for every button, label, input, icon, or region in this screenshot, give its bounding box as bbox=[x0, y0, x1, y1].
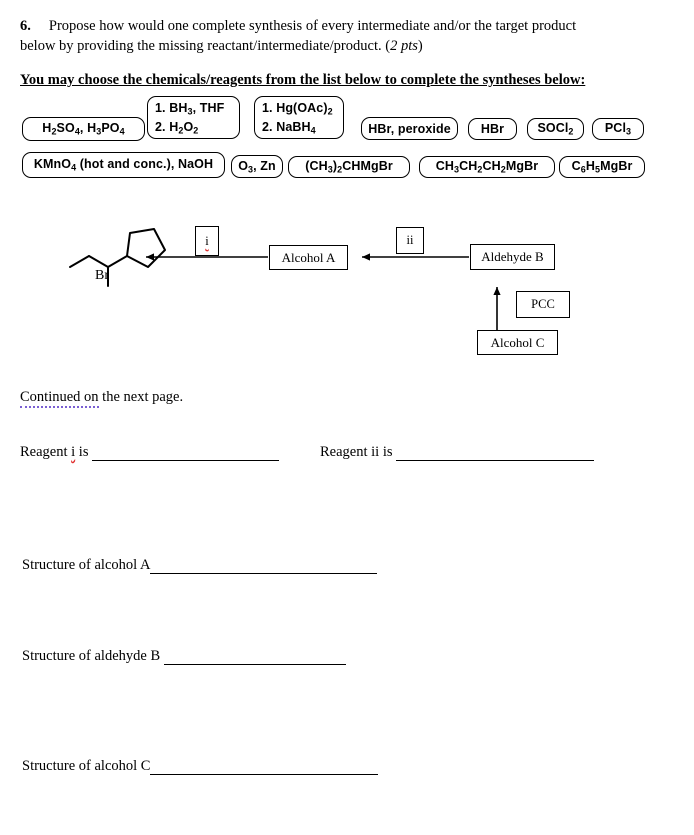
reagent-box-thionyl-chloride[interactable]: SOCl2 bbox=[527, 118, 584, 140]
structure-alcohol-c-prompt: Structure of alcohol C bbox=[22, 758, 379, 775]
alcohol-a-box[interactable]: Alcohol A bbox=[269, 245, 348, 270]
reagent-box-potassium-permanganate-naoh[interactable]: KMnO4 (hot and conc.), NaOH bbox=[22, 152, 225, 178]
reagent-i-box[interactable]: i bbox=[195, 226, 219, 256]
reagent-label-line2: 2. H2O2 bbox=[155, 120, 199, 136]
continued-note: Continued on the next page. bbox=[20, 389, 184, 408]
structure-alcohol-a-blank[interactable] bbox=[150, 559, 378, 574]
reagent-box-phosphorus-trichloride[interactable]: PCl3 bbox=[592, 118, 644, 140]
continued-note-flagged: Continued on bbox=[20, 389, 99, 408]
reagent-ii-answer-blank[interactable] bbox=[396, 446, 595, 461]
reagent-box-hydroboration-oxidation[interactable]: 1. BH3, THF 2. H2O2 bbox=[147, 96, 240, 139]
reagent-ii-answer-prompt: Reagent ii is bbox=[320, 444, 595, 461]
reagent-bank: H2SO4, H3PO4 1. BH3, THF 2. H2O2 1. Hg(O… bbox=[0, 0, 694, 200]
structure-aldehyde-b-blank[interactable] bbox=[163, 650, 346, 665]
structure-aldehyde-b-label: Structure of aldehyde B bbox=[22, 648, 161, 664]
scheme-arrows bbox=[146, 253, 501, 330]
alcohol-c-box[interactable]: Alcohol C bbox=[477, 330, 558, 355]
reagent-ii-label: ii bbox=[406, 233, 414, 247]
reagent-label-line1: 1. BH3, THF bbox=[155, 101, 225, 117]
structure-alcohol-c-label: Structure of alcohol C bbox=[22, 758, 151, 774]
structure-alcohol-c-blank[interactable] bbox=[150, 760, 379, 775]
reagent-i-prompt-text: Reagent bbox=[20, 444, 72, 460]
reagent-box-hbr[interactable]: HBr bbox=[468, 118, 517, 140]
aldehyde-b-box[interactable]: Aldehyde B bbox=[470, 244, 555, 270]
structure-alcohol-a-label: Structure of alcohol A bbox=[22, 557, 151, 573]
reagent-box-propyl-magnesium-bromide[interactable]: CH3CH2CH2MgBr bbox=[419, 156, 555, 178]
reagent-label-line1: 1. Hg(OAc)2 bbox=[262, 101, 333, 117]
reagent-box-phenyl-magnesium-bromide[interactable]: C6H5MgBr bbox=[559, 156, 645, 178]
reagent-label: SOCl2 bbox=[537, 121, 574, 137]
reagent-label: CH3CH2CH2MgBr bbox=[435, 159, 539, 175]
structure-alcohol-a-prompt: Structure of alcohol A bbox=[22, 557, 378, 574]
reagent-label: HBr bbox=[480, 122, 505, 136]
reagent-i-prompt-text-end: is bbox=[75, 444, 89, 460]
alcohol-a-label: Alcohol A bbox=[281, 249, 336, 265]
reagent-i-answer-blank[interactable] bbox=[92, 446, 280, 461]
continued-note-rest: the next page. bbox=[98, 389, 184, 405]
reagent-i-label: i bbox=[205, 233, 209, 248]
worksheet-page: 6. Propose how would one complete synthes… bbox=[0, 0, 694, 835]
pcc-label: PCC bbox=[531, 297, 555, 311]
reaction-scheme: Br i ii PCC Alcohol A Aldehyde B Alcohol… bbox=[0, 210, 694, 375]
reagent-label-line2: 2. NaBH4 bbox=[262, 120, 316, 136]
reagent-label: HBr, peroxide bbox=[368, 121, 451, 136]
pcc-box[interactable]: PCC bbox=[516, 291, 570, 318]
reagent-i-answer-prompt: Reagent i is bbox=[20, 444, 280, 461]
reagent-box-isopropyl-magnesium-bromide[interactable]: (CH3)2CHMgBr bbox=[288, 156, 410, 178]
reagent-label: C6H5MgBr bbox=[571, 159, 633, 175]
reagent-box-hbr-peroxide[interactable]: HBr, peroxide bbox=[361, 117, 458, 140]
structure-aldehyde-b-prompt: Structure of aldehyde B bbox=[22, 648, 346, 665]
reagent-ii-prompt-text: Reagent ii is bbox=[320, 444, 393, 460]
reagent-label: KMnO4 (hot and conc.), NaOH bbox=[33, 157, 214, 173]
reagent-label: O3, Zn bbox=[238, 158, 276, 175]
reagent-ii-box[interactable]: ii bbox=[396, 227, 424, 254]
reagent-box-oxymercuration-demercuration[interactable]: 1. Hg(OAc)2 2. NaBH4 bbox=[254, 96, 344, 139]
alcohol-c-label: Alcohol C bbox=[490, 334, 545, 350]
reagent-label: (CH3)2CHMgBr bbox=[305, 159, 393, 175]
reagent-box-ozone-zinc[interactable]: O3, Zn bbox=[231, 155, 283, 178]
reagent-label: H2SO4, H3PO4 bbox=[42, 121, 125, 137]
reagent-box-sulfuric-phosphoric-acid[interactable]: H2SO4, H3PO4 bbox=[22, 117, 145, 141]
aldehyde-b-label: Aldehyde B bbox=[481, 249, 544, 264]
reagent-label: PCl3 bbox=[604, 121, 632, 137]
